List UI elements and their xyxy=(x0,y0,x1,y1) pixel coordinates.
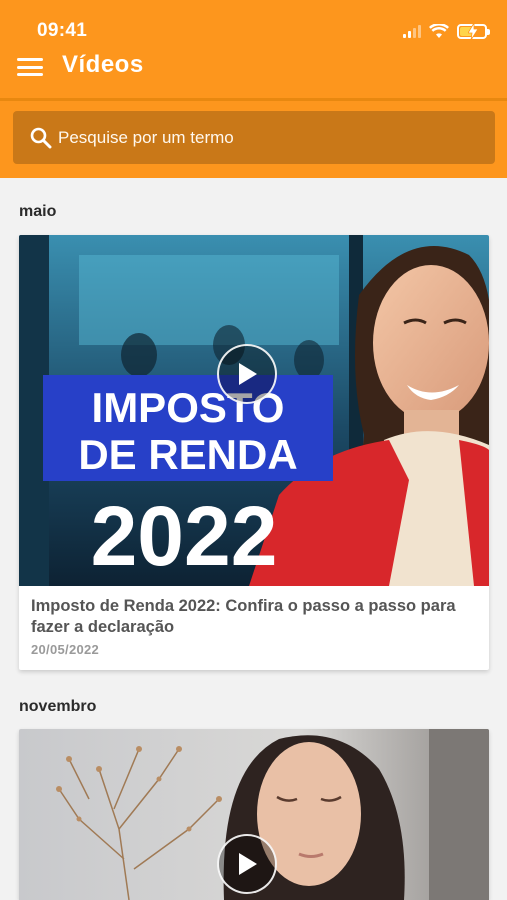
cellular-signal-icon xyxy=(403,24,421,38)
video-card[interactable] xyxy=(19,729,489,900)
section-label-maio: maio xyxy=(19,203,57,220)
play-icon[interactable] xyxy=(217,834,277,894)
play-icon[interactable] xyxy=(217,344,277,404)
wifi-icon xyxy=(429,23,449,38)
status-time: 09:41 xyxy=(37,20,88,41)
status-icons xyxy=(403,22,490,40)
app-header: 09:41 Vídeos xyxy=(0,0,507,178)
section-label-novembro: novembro xyxy=(19,698,97,715)
page-title: Vídeos xyxy=(62,51,144,78)
video-card[interactable]: IMPOSTO DE RENDA 2022 Imposto de Renda 2… xyxy=(19,235,489,670)
thumbnail-image: IMPOSTO DE RENDA 2022 xyxy=(19,235,489,586)
header-divider xyxy=(0,98,507,101)
hamburger-menu-icon[interactable] xyxy=(17,56,43,78)
video-thumbnail[interactable]: IMPOSTO DE RENDA 2022 xyxy=(19,235,489,586)
search-bar[interactable] xyxy=(13,111,495,164)
search-icon xyxy=(30,127,52,149)
video-thumbnail[interactable] xyxy=(19,729,489,900)
status-bar: 09:41 xyxy=(0,0,507,46)
thumbnail-text-line2: DE RENDA xyxy=(78,431,297,478)
video-title[interactable]: Imposto de Renda 2022: Confira o passo a… xyxy=(31,596,479,638)
search-input[interactable] xyxy=(58,111,478,164)
battery-charging-icon xyxy=(457,22,490,40)
thumbnail-year: 2022 xyxy=(91,489,278,583)
video-date: 20/05/2022 xyxy=(31,642,100,657)
video-card-info: Imposto de Renda 2022: Confira o passo a… xyxy=(19,586,489,670)
title-bar: Vídeos xyxy=(0,46,507,98)
